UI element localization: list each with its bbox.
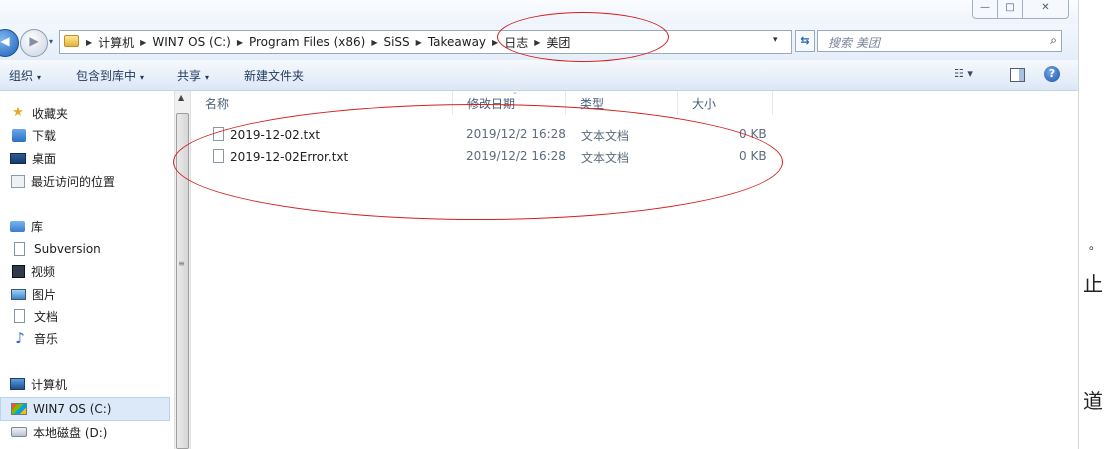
sidebar-item-label: 计算机 bbox=[31, 377, 68, 392]
sidebar-item-label: 本地磁盘 (D:) bbox=[33, 425, 108, 440]
chevron-down-icon: ▾ bbox=[37, 73, 42, 82]
include-in-library-label: 包含到库中 bbox=[76, 69, 137, 83]
forward-button[interactable]: ▶ bbox=[20, 29, 48, 57]
sidebar-item-label: 桌面 bbox=[32, 151, 57, 166]
sidebar-item-downloads[interactable]: 下载 bbox=[12, 125, 56, 145]
sidebar-item-label: Subversion bbox=[34, 242, 101, 256]
sidebar-item-videos[interactable]: 视频 bbox=[12, 261, 55, 281]
background-window-edge: 。 止 道 bbox=[1078, 0, 1105, 449]
sidebar-item-label: 音乐 bbox=[34, 331, 59, 346]
share-button[interactable]: 共享 ▾ bbox=[177, 67, 209, 84]
breadcrumb-drive-c[interactable]: WIN7 OS (C:) bbox=[152, 35, 231, 49]
address-bar[interactable]: ▶ 计算机 ▶ WIN7 OS (C:) ▶ Program Files (x86) … bbox=[59, 30, 792, 54]
chevron-down-icon: ▾ bbox=[205, 73, 210, 82]
minimize-button[interactable]: — bbox=[972, 0, 998, 19]
column-header-size[interactable]: 大小 bbox=[678, 91, 773, 115]
breadcrumb-separator-icon[interactable]: ▶ bbox=[416, 38, 422, 47]
sidebar-item-label: 收藏夹 bbox=[32, 106, 69, 121]
share-label: 共享 bbox=[177, 69, 202, 83]
sidebar-item-label: 最近访问的位置 bbox=[31, 174, 116, 189]
background-text: 止 bbox=[1083, 272, 1103, 296]
sidebar-item-subversion[interactable]: Subversion bbox=[12, 239, 101, 259]
address-history-dropdown[interactable]: ▾ bbox=[773, 35, 778, 45]
star-icon: ★ bbox=[12, 105, 24, 120]
sidebar-item-pictures[interactable]: 图片 bbox=[11, 284, 56, 304]
windows-drive-icon bbox=[11, 403, 27, 415]
breadcrumb-separator-icon[interactable]: ▶ bbox=[371, 38, 377, 47]
annotation-ellipse-files bbox=[173, 104, 783, 220]
sidebar-item-label: 视频 bbox=[31, 264, 56, 279]
document-icon bbox=[14, 309, 25, 323]
back-arrow-icon: ◀ bbox=[0, 34, 10, 48]
sidebar-item-label: 文档 bbox=[34, 309, 59, 324]
sidebar-item-label: 库 bbox=[31, 219, 44, 234]
scroll-grip-icon: ≡ bbox=[178, 259, 185, 268]
command-bar: 组织 ▾ 包含到库中 ▾ 共享 ▾ 新建文件夹 ☷ ▾ ? bbox=[0, 60, 1078, 91]
sidebar-item-computer[interactable]: 计算机 bbox=[10, 374, 67, 394]
preview-pane-button[interactable] bbox=[1010, 68, 1025, 82]
sidebar-item-documents[interactable]: 文档 bbox=[12, 306, 58, 326]
refresh-button[interactable]: ⇆ bbox=[795, 30, 815, 52]
library-icon bbox=[10, 220, 25, 232]
include-in-library-button[interactable]: 包含到库中 ▾ bbox=[76, 67, 144, 84]
sidebar-item-drive-d[interactable]: 本地磁盘 (D:) bbox=[11, 422, 107, 442]
sort-indicator-icon: ⌄ bbox=[512, 88, 518, 96]
downloads-icon bbox=[12, 128, 26, 142]
help-button[interactable]: ? bbox=[1044, 66, 1060, 82]
chevron-down-icon: ▾ bbox=[140, 73, 145, 82]
new-folder-button[interactable]: 新建文件夹 bbox=[244, 67, 304, 84]
music-icon: ♪ bbox=[15, 329, 25, 347]
sidebar-item-label: 图片 bbox=[32, 287, 57, 302]
explorer-window: — □ ✕ ◀ ▶ ▾ ▶ 计算机 ▶ WIN7 OS (C:) ▶ Program … bbox=[0, 0, 1078, 449]
organize-label: 组织 bbox=[9, 69, 34, 83]
folder-icon bbox=[64, 35, 79, 47]
breadcrumb-program-files[interactable]: Program Files (x86) bbox=[249, 35, 365, 49]
background-text: 道 bbox=[1083, 389, 1103, 413]
organize-button[interactable]: 组织 ▾ bbox=[9, 67, 41, 84]
close-button[interactable]: ✕ bbox=[1022, 0, 1069, 19]
sidebar-item-label: 下载 bbox=[32, 128, 57, 143]
change-view-button[interactable]: ☷ ▾ bbox=[954, 67, 973, 80]
breadcrumb-siss[interactable]: SiSS bbox=[383, 35, 409, 49]
search-placeholder: 搜索 美团 bbox=[828, 36, 880, 50]
document-icon bbox=[14, 242, 25, 256]
sidebar-item-drive-c[interactable]: WIN7 OS (C:) bbox=[0, 397, 170, 421]
recent-pages-dropdown[interactable]: ▾ bbox=[49, 37, 53, 46]
breadcrumb-computer[interactable]: 计算机 bbox=[98, 34, 134, 51]
computer-icon bbox=[10, 378, 25, 390]
hard-drive-icon bbox=[11, 427, 27, 437]
maximize-button[interactable]: □ bbox=[997, 0, 1023, 19]
column-header-label: 名称 bbox=[205, 96, 230, 111]
back-button[interactable]: ◀ bbox=[0, 29, 19, 57]
refresh-icon: ⇆ bbox=[800, 34, 810, 47]
sidebar-item-label: WIN7 OS (C:) bbox=[33, 402, 112, 416]
breadcrumb-separator-icon[interactable]: ▶ bbox=[86, 38, 92, 47]
close-icon: ✕ bbox=[1041, 2, 1050, 13]
video-icon bbox=[12, 264, 25, 278]
forward-arrow-icon: ▶ bbox=[29, 34, 39, 48]
desktop-icon bbox=[10, 152, 26, 164]
search-input[interactable]: 搜索 美团 ⌕ bbox=[817, 30, 1062, 52]
picture-icon bbox=[11, 288, 26, 300]
breadcrumb-separator-icon[interactable]: ▶ bbox=[140, 38, 146, 47]
recent-places-icon bbox=[11, 174, 25, 188]
background-text: 。 bbox=[1089, 238, 1102, 252]
scroll-up-icon[interactable]: ▲ bbox=[178, 93, 184, 102]
minimize-icon: — bbox=[980, 2, 990, 13]
sidebar-item-favorites[interactable]: ★ 收藏夹 bbox=[10, 103, 68, 123]
sidebar-item-music[interactable]: ♪ 音乐 bbox=[12, 328, 58, 348]
annotation-ellipse-address bbox=[497, 12, 669, 62]
sidebar-item-desktop[interactable]: 桌面 bbox=[10, 148, 56, 168]
navigation-pane: ★ 收藏夹 下载 桌面 最近访问的位置 库 Subversion 视频 图片 文档… bbox=[0, 91, 174, 449]
search-icon[interactable]: ⌕ bbox=[1050, 33, 1057, 48]
sidebar-item-libraries[interactable]: 库 bbox=[10, 216, 43, 236]
breadcrumb-separator-icon[interactable]: ▶ bbox=[237, 38, 243, 47]
sidebar-item-recent-places[interactable]: 最近访问的位置 bbox=[11, 171, 115, 191]
breadcrumb-takeaway[interactable]: Takeaway bbox=[428, 35, 486, 49]
column-header-label: 大小 bbox=[692, 96, 717, 111]
maximize-icon: □ bbox=[1005, 2, 1015, 13]
